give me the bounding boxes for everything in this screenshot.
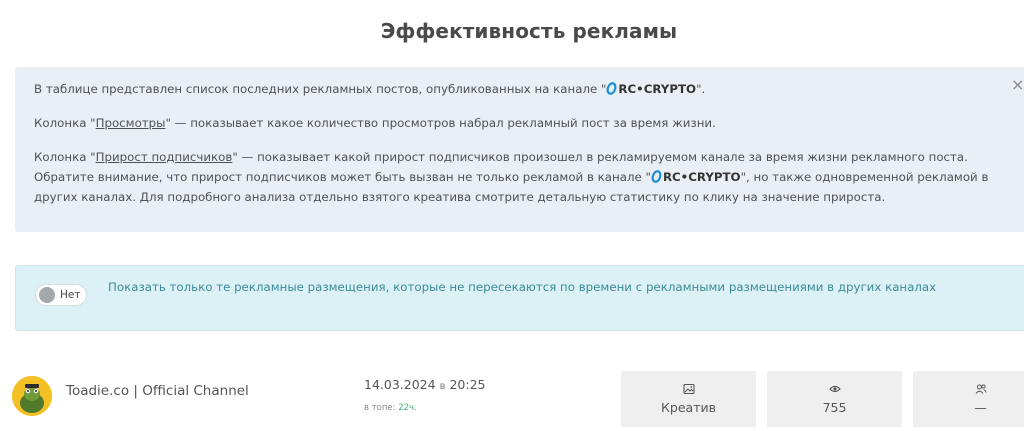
filter-panel: Нет Показать только те рекламные размеще… [15,265,1024,331]
toad-avatar-icon [12,376,52,416]
channel-logo-icon [651,170,662,183]
users-icon [975,384,986,394]
channel-ref: RC•CRYPTO [606,82,696,96]
page-title: Эффективность рекламы [380,19,678,43]
subscribers-growth-column-link[interactable]: Прирост подписчиков [96,150,233,164]
views-cell: 755 [767,371,902,427]
info-paragraph-1: В таблице представлен список последних р… [34,82,706,96]
creative-button[interactable]: Креатив [621,371,756,427]
post-datetime: 14.03.2024 в 20:25 [364,377,486,392]
toggle-knob [39,287,55,303]
filter-description: Показать только те рекламные размещения,… [108,280,937,294]
top-duration: в топе: 22ч. [364,403,417,413]
views-column-link[interactable]: Просмотры [96,116,166,130]
image-icon [682,383,695,395]
channel-name[interactable]: Toadie.co | Official Channel [66,383,249,399]
info-paragraph-2: Колонка "Просмотры" — показывает какое к… [34,116,716,130]
channel-logo-icon [606,82,617,95]
eye-icon [828,385,841,393]
subscribers-cell[interactable]: — [913,371,1024,427]
close-icon[interactable]: × [1011,77,1024,93]
creative-label: Креатив [661,400,716,415]
table-row: Toadie.co | Official Channel 14.03.2024 … [0,365,1024,431]
subscribers-value: — [974,400,987,415]
channel-ref: RC•CRYPTO [651,170,741,184]
toggle-label: Нет [60,289,81,301]
avatar [12,376,52,416]
info-panel: В таблице представлен список последних р… [15,67,1024,232]
overlap-filter-toggle[interactable]: Нет [35,284,87,306]
info-paragraph-3: Колонка "Прирост подписчиков" — показыва… [34,150,989,204]
views-value: 755 [822,400,847,415]
